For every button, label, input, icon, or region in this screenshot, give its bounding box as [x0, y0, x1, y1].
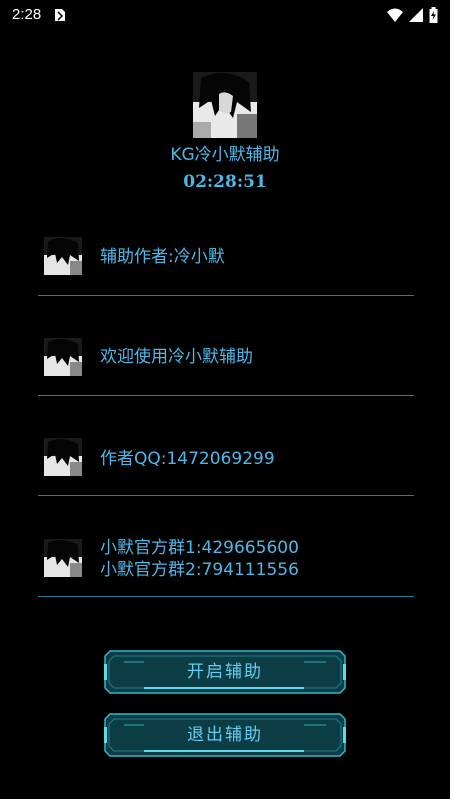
author-label: 辅助作者:冷小默: [100, 247, 225, 267]
list-item: 辅助作者:冷小默: [38, 196, 414, 296]
list-item: 作者QQ:1472069299: [38, 396, 414, 496]
list-item: 小默官方群1:429665600 小默官方群2:794111556: [38, 496, 414, 597]
app-title: KG冷小默辅助: [170, 145, 280, 165]
cell-signal-icon: [409, 8, 423, 22]
exit-assist-button[interactable]: 退出辅助: [104, 713, 346, 757]
group-label-1: 小默官方群1:429665600: [100, 538, 299, 558]
author-qq-label: 作者QQ:1472069299: [100, 449, 275, 469]
group-label-2: 小默官方群2:794111556: [100, 560, 299, 580]
status-icons: [387, 7, 438, 23]
exit-assist-label: 退出辅助: [187, 725, 263, 745]
app-screen: 2:28 KG冷小默辅助 02:28:51 辅助作者:冷小默 欢迎使用冷小默辅助…: [0, 0, 450, 799]
battery-charging-icon: [429, 7, 438, 23]
avatar-thumbnail: [44, 438, 82, 476]
list-item: 欢迎使用冷小默辅助: [38, 296, 414, 396]
avatar-thumbnail: [44, 539, 82, 577]
welcome-label: 欢迎使用冷小默辅助: [100, 347, 253, 367]
avatar-thumbnail: [44, 338, 82, 376]
app-notification-icon: [55, 9, 65, 21]
avatar-image: [193, 72, 257, 138]
start-assist-button[interactable]: 开启辅助: [104, 650, 346, 694]
clock-display: 02:28:51: [183, 172, 267, 192]
status-time: 2:28: [12, 6, 42, 23]
avatar-thumbnail: [44, 237, 82, 275]
avatar: [193, 72, 257, 138]
wifi-icon: [387, 8, 403, 22]
divider: [38, 596, 414, 597]
status-bar: 2:28: [0, 0, 450, 34]
start-assist-label: 开启辅助: [187, 662, 263, 682]
